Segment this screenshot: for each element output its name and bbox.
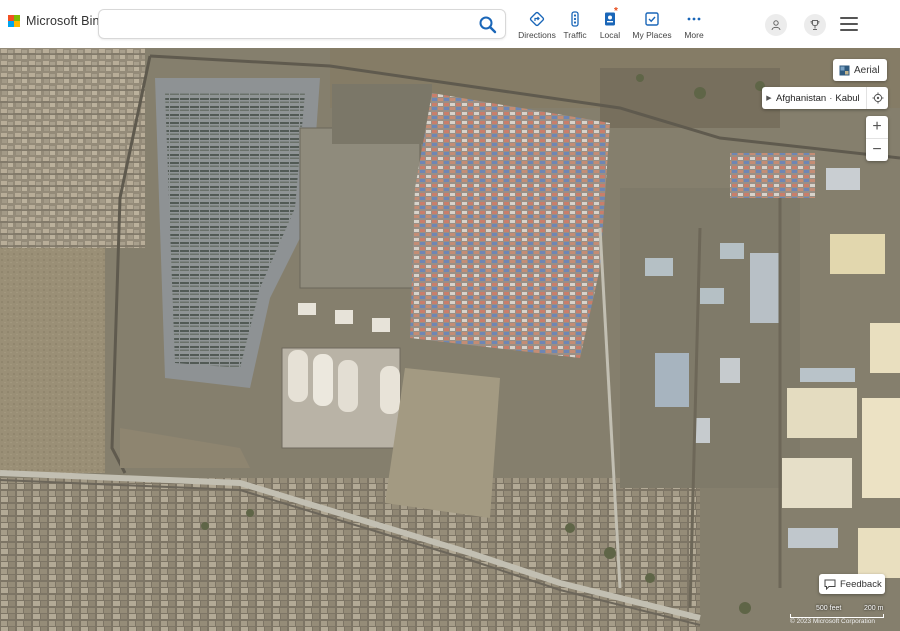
feedback-button[interactable]: Feedback [819,574,885,594]
search-button[interactable] [477,14,499,36]
more-dots-icon [687,17,701,21]
account-button[interactable] [765,14,787,36]
map-style-label: Aerial [854,64,880,76]
microsoft-logo-icon [8,15,20,27]
satellite-imagery [0,48,900,631]
nav-local[interactable]: * Local [592,6,628,40]
location-breadcrumb: ▶ Afghanistan · Kabul [762,87,888,109]
locate-me-button[interactable] [866,87,888,109]
nav-directions-label: Directions [518,30,556,40]
traffic-icon [571,11,579,27]
aerial-view-icon [839,65,850,75]
breadcrumb-country[interactable]: Afghanistan [776,93,826,104]
nav-bar: Directions Traffic * Local My Places Mor… [516,6,712,40]
expand-caret-icon[interactable]: ▶ [762,94,776,102]
nav-directions[interactable]: Directions [516,10,558,40]
map-style-button[interactable]: Aerial [833,59,887,81]
breadcrumb-city[interactable]: Kabul [835,93,859,104]
bing-logo[interactable]: Microsoft Bing [8,14,107,28]
search-box [98,9,506,39]
zoom-in-button[interactable]: + [866,116,888,138]
search-icon [479,16,497,34]
nav-local-label: Local [599,30,621,40]
nav-more[interactable]: More [676,10,712,40]
trophy-icon [810,20,820,30]
directions-icon [529,11,545,27]
rewards-button[interactable] [804,14,826,36]
aerial-map[interactable] [0,48,900,631]
map-attribution: © 2023 Microsoft Corporation [790,618,875,625]
top-bar: Microsoft Bing Directions Traffic * Loca… [0,0,900,48]
scale-label-feet: 500 feet [816,605,842,612]
my-places-icon [645,12,659,26]
breadcrumb-separator: · [829,92,833,104]
nav-traffic-label: Traffic [563,30,587,40]
feedback-label: Feedback [840,578,882,590]
locate-target-icon [872,92,883,104]
hamburger-menu-button[interactable] [840,16,858,32]
zoom-out-button[interactable]: − [866,138,888,160]
search-input[interactable] [109,16,469,34]
map-scale: 500 feet 200 m © 2023 Microsoft Corporat… [790,605,886,627]
hamburger-icon [840,17,858,19]
nav-more-label: More [684,30,704,40]
nav-my-places-label: My Places [632,30,672,40]
scale-label-meters: 200 m [864,605,884,612]
feedback-icon [824,579,836,590]
person-icon [771,20,781,31]
brand-name: Microsoft Bing [26,14,107,28]
zoom-controls: + − [866,116,888,161]
nav-traffic[interactable]: Traffic [558,10,592,40]
local-badge: * [614,6,618,17]
nav-my-places[interactable]: My Places [628,10,676,40]
